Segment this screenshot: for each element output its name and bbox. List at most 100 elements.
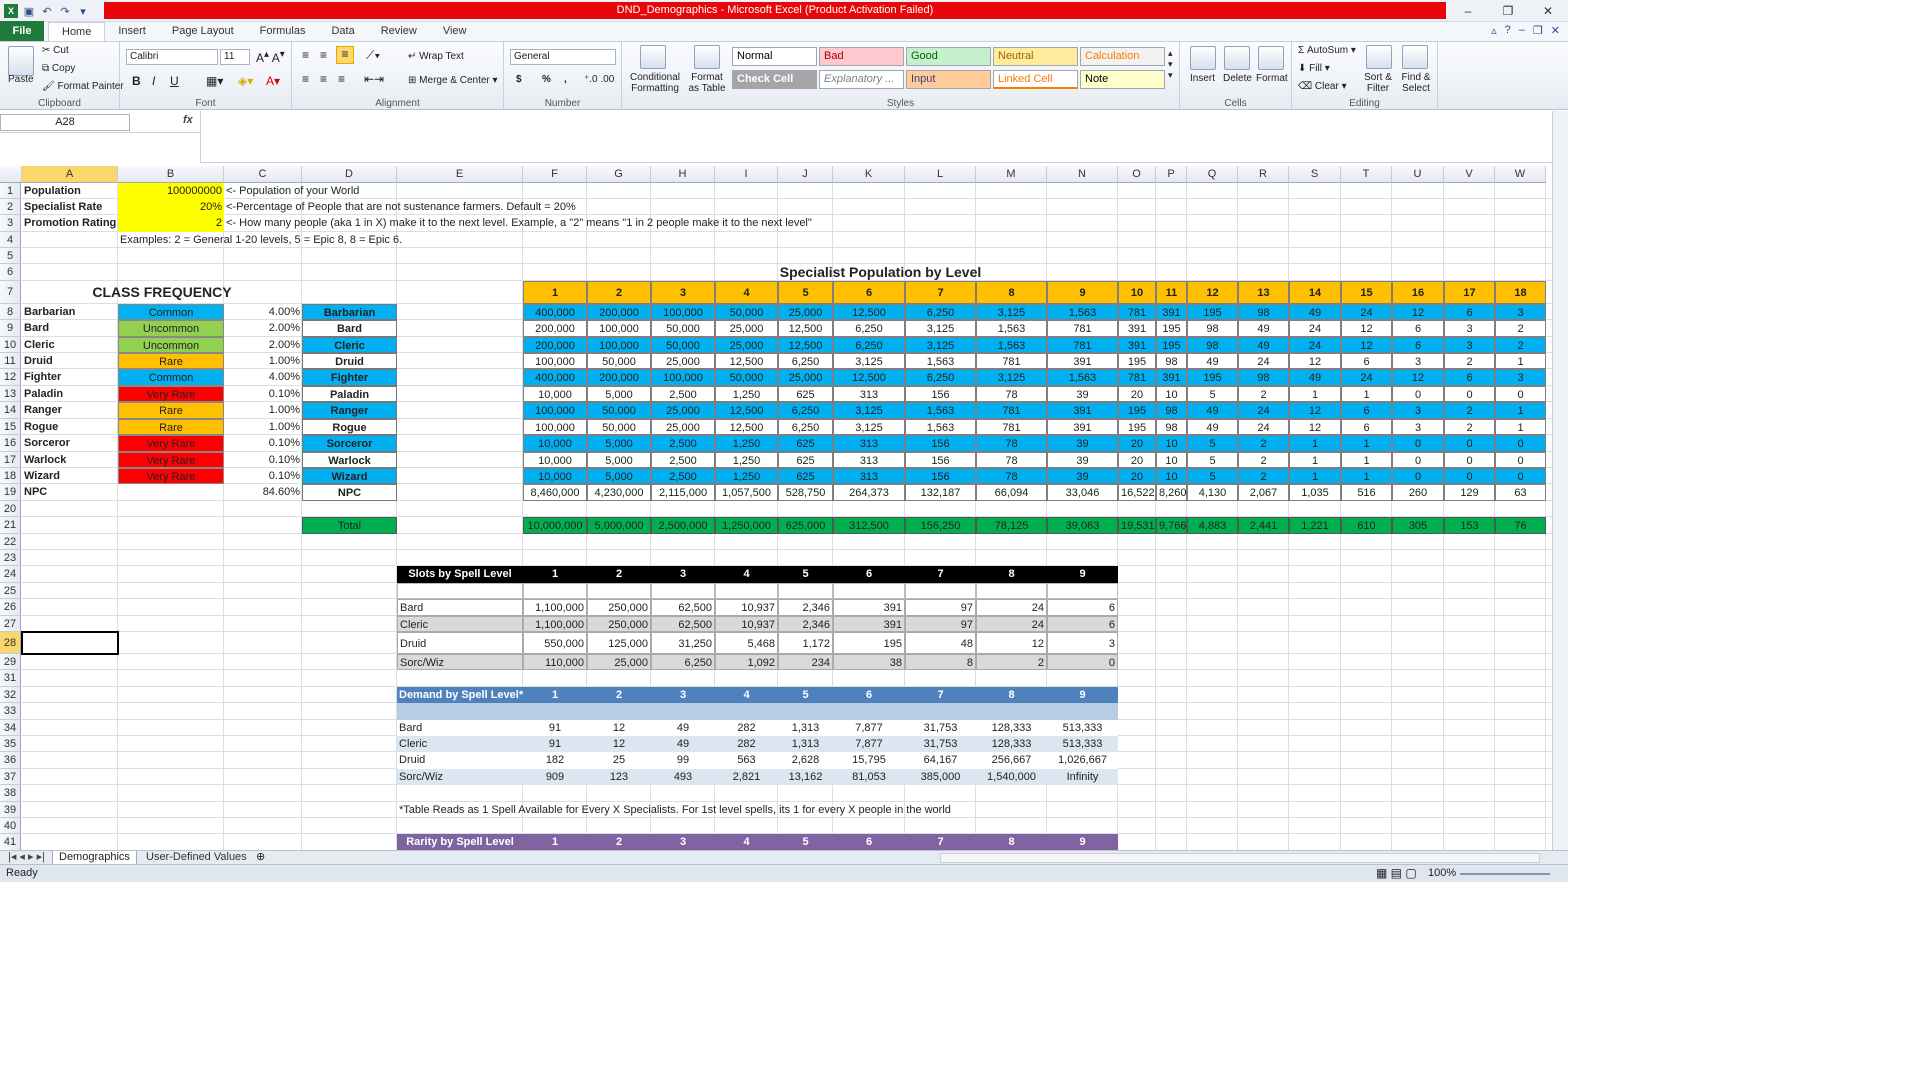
row-header[interactable]: 34 (0, 720, 21, 736)
close-button[interactable]: ✕ (1528, 0, 1568, 22)
row-header[interactable]: 33 (0, 703, 21, 720)
tab-view[interactable]: View (430, 22, 480, 41)
sheet-tab-user-defined-values[interactable]: User-Defined Values (140, 851, 253, 865)
row-header[interactable]: 27 (0, 616, 21, 632)
orientation-icon[interactable]: ⟋▾ (366, 48, 380, 63)
column-header[interactable]: I (715, 166, 778, 183)
row-header[interactable]: 24 (0, 566, 21, 583)
paste-button[interactable]: Paste (8, 74, 34, 85)
sort-filter-icon[interactable] (1366, 45, 1392, 69)
row-header[interactable]: 21 (0, 517, 21, 534)
row-header[interactable]: 28 (0, 632, 21, 654)
formula-input[interactable] (200, 111, 1552, 163)
sheet-nav-icon[interactable]: |◂ ◂ ▸ ▸| (2, 851, 51, 865)
row-header[interactable]: 17 (0, 452, 21, 468)
insert-cells-icon[interactable] (1190, 46, 1216, 70)
find-select-button[interactable]: Find & Select (1396, 72, 1436, 94)
doc-close-icon[interactable]: ✕ (1551, 24, 1560, 37)
row-header[interactable]: 41 (0, 834, 21, 850)
tab-review[interactable]: Review (368, 22, 430, 41)
row-header[interactable]: 18 (0, 468, 21, 484)
format-cells-icon[interactable] (1258, 46, 1284, 70)
column-header[interactable]: K (833, 166, 905, 183)
currency-button[interactable]: $ (516, 74, 522, 85)
tab-page-layout[interactable]: Page Layout (159, 22, 247, 41)
align-center-icon[interactable]: ≡ (320, 72, 327, 86)
row-header[interactable]: 40 (0, 818, 21, 834)
column-header[interactable]: F (523, 166, 587, 183)
column-header[interactable]: B (118, 166, 224, 183)
help-icon[interactable]: ? (1505, 24, 1511, 37)
insert-function-button[interactable]: fx (183, 114, 193, 126)
percent-button[interactable]: % (542, 74, 551, 85)
cell-style-option[interactable]: Explanatory ... (819, 70, 904, 89)
cell-style-option[interactable]: Neutral (993, 47, 1078, 66)
column-header[interactable]: C (224, 166, 302, 183)
row-header[interactable]: 5 (0, 248, 21, 264)
cell-style-option[interactable]: Input (906, 70, 991, 89)
italic-button[interactable]: I (152, 74, 155, 88)
font-color-icon[interactable]: A▾ (266, 74, 280, 88)
restore-button[interactable]: ❐ (1488, 0, 1528, 22)
row-header[interactable]: 32 (0, 687, 21, 703)
doc-minimize-icon[interactable]: – (1519, 24, 1525, 37)
select-all-corner[interactable] (0, 166, 22, 183)
row-header[interactable]: 14 (0, 402, 21, 419)
paste-icon[interactable] (8, 46, 34, 76)
fill-color-icon[interactable]: ◈▾ (238, 74, 253, 88)
row-header[interactable]: 20 (0, 501, 21, 517)
bold-button[interactable]: B (132, 74, 141, 88)
zoom-slider[interactable] (1460, 873, 1550, 875)
column-header[interactable]: M (976, 166, 1047, 183)
row-header[interactable]: 31 (0, 670, 21, 687)
comma-button[interactable]: , (564, 74, 567, 85)
tab-file[interactable]: File (0, 21, 44, 41)
cell-style-option[interactable]: Check Cell (732, 70, 817, 89)
view-buttons-icon[interactable]: ▦ ▤ ▢ (1376, 866, 1417, 880)
row-header[interactable]: 25 (0, 583, 21, 599)
merge-center-button[interactable]: ⊞ Merge & Center ▾ (408, 75, 498, 86)
vertical-scrollbar[interactable] (1552, 111, 1568, 850)
styles-scroll-icon[interactable]: ▴ ▾ ▾ (1168, 48, 1173, 81)
row-header[interactable]: 11 (0, 353, 21, 369)
sort-filter-button[interactable]: Sort & Filter (1356, 72, 1400, 94)
save-icon[interactable]: ▣ (22, 4, 36, 18)
column-header[interactable]: P (1156, 166, 1187, 183)
cell-style-option[interactable]: Good (906, 47, 991, 66)
insert-sheet-icon[interactable]: ⊕ (250, 851, 271, 865)
column-header[interactable]: D (302, 166, 397, 183)
row-header[interactable]: 29 (0, 654, 21, 670)
underline-button[interactable]: U (170, 74, 179, 88)
row-header[interactable]: 10 (0, 337, 21, 353)
align-middle-icon[interactable]: ≡ (320, 48, 327, 62)
clear-button[interactable]: ⌫ Clear ▾ (1298, 81, 1347, 92)
undo-icon[interactable]: ↶ (40, 4, 54, 18)
row-header[interactable]: 36 (0, 752, 21, 769)
column-header[interactable]: N (1047, 166, 1118, 183)
column-header[interactable]: V (1444, 166, 1495, 183)
column-header[interactable]: E (397, 166, 523, 183)
row-header[interactable]: 35 (0, 736, 21, 752)
row-header[interactable]: 6 (0, 264, 21, 281)
row-header[interactable]: 37 (0, 769, 21, 785)
doc-restore-icon[interactable]: ❐ (1533, 24, 1543, 37)
sheet-tab-demographics[interactable]: Demographics (52, 851, 137, 865)
format-as-table-icon[interactable] (694, 45, 720, 69)
row-header[interactable]: 3 (0, 215, 21, 232)
format-as-table-button[interactable]: Format as Table (684, 72, 730, 94)
delete-cells-button[interactable]: Delete (1223, 73, 1252, 84)
tab-insert[interactable]: Insert (105, 22, 159, 41)
row-header[interactable]: 13 (0, 386, 21, 402)
autosum-button[interactable]: Σ AutoSum ▾ (1298, 45, 1356, 56)
row-header[interactable]: 19 (0, 484, 21, 501)
column-header[interactable]: H (651, 166, 715, 183)
row-header[interactable]: 12 (0, 369, 21, 386)
format-cells-button[interactable]: Format (1256, 73, 1288, 84)
cell-style-option[interactable]: Linked Cell (993, 70, 1078, 89)
insert-cells-button[interactable]: Insert (1190, 73, 1215, 84)
column-header[interactable]: G (587, 166, 651, 183)
column-header[interactable]: T (1341, 166, 1392, 183)
row-header[interactable]: 2 (0, 199, 21, 215)
redo-icon[interactable]: ↷ (58, 4, 72, 18)
indent-icon[interactable]: ⇤⇥ (364, 72, 384, 86)
